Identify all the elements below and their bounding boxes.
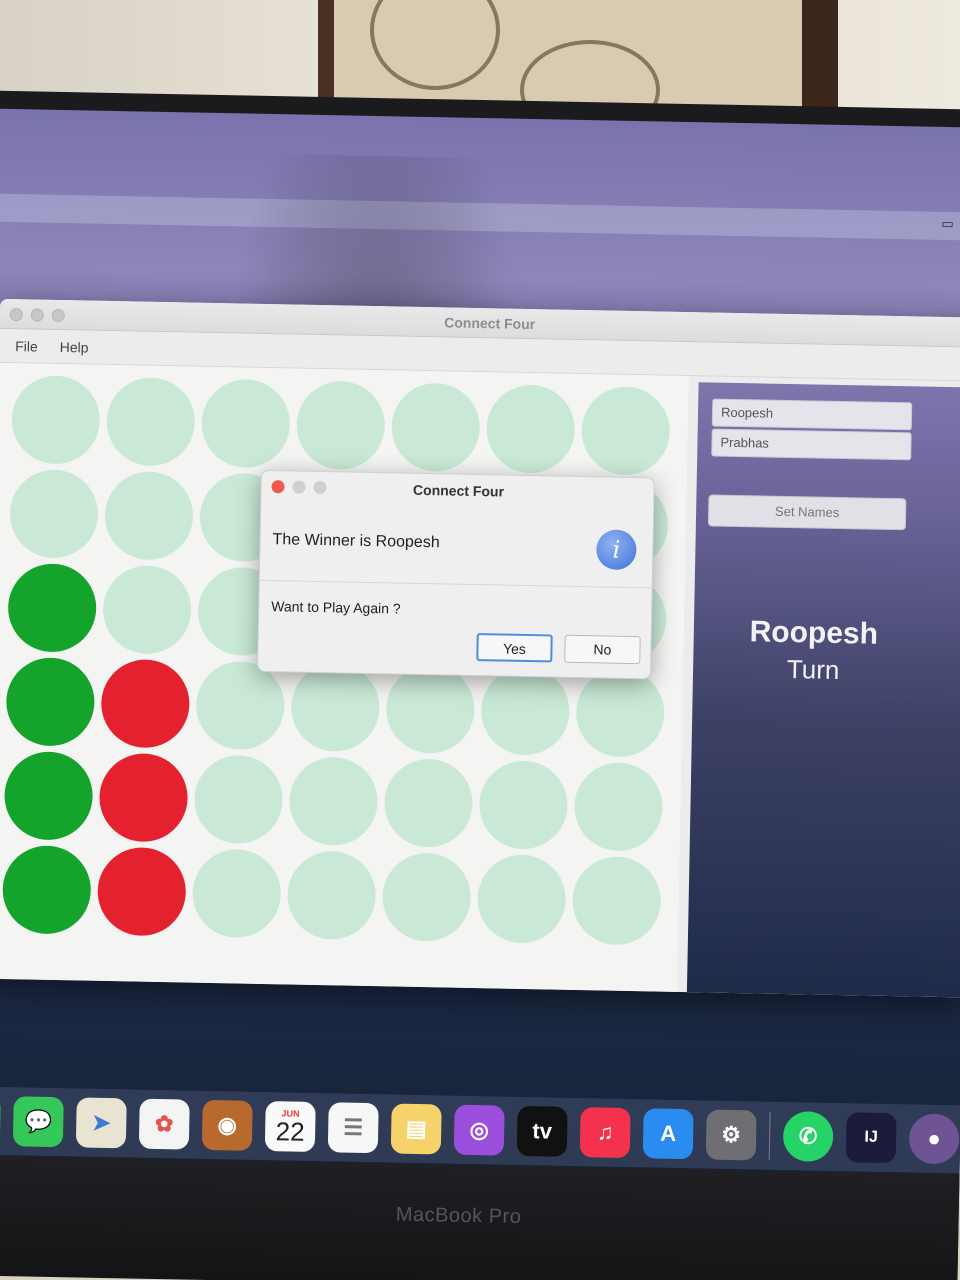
calendar-day: 22 — [275, 1116, 305, 1147]
board-cell-empty[interactable] — [381, 852, 472, 942]
screen: ▭ Connect Four File Help Roopesh Prabhas… — [0, 108, 960, 1178]
info-icon: i — [596, 529, 637, 571]
github-desktop-icon[interactable]: ● — [908, 1113, 960, 1165]
turn-label: Turn — [786, 653, 840, 686]
reminders-icon[interactable]: ☰ — [327, 1102, 379, 1154]
board-cell-empty[interactable] — [286, 850, 377, 941]
board-cell-empty[interactable] — [193, 754, 284, 845]
notes-icon[interactable]: ▤ — [390, 1103, 442, 1155]
board-cell-empty[interactable] — [485, 384, 576, 474]
calendar-icon[interactable]: JUN 22 — [264, 1101, 316, 1153]
contacts-icon[interactable]: ◉ — [201, 1099, 253, 1151]
apple-tv-label: tv — [532, 1118, 553, 1144]
winner-dialog: Connect Four The Winner is Roopesh i Wan… — [256, 469, 656, 680]
board-cell-empty[interactable] — [200, 378, 291, 469]
whatsapp-icon[interactable]: ✆ — [782, 1111, 834, 1162]
laptop-chin: MacBook Pro — [0, 1155, 960, 1280]
player2-name-input[interactable]: Prabhas — [711, 428, 912, 461]
intellij-icon[interactable]: IJ — [845, 1112, 897, 1164]
board-cell-empty[interactable] — [476, 854, 567, 944]
board-cell-empty[interactable] — [480, 666, 571, 756]
maps-icon[interactable]: ➤ — [75, 1097, 127, 1149]
board-cell-red[interactable] — [98, 752, 189, 843]
board-cell-empty[interactable] — [575, 667, 666, 758]
board-cell-green[interactable] — [5, 657, 96, 747]
board-cell-red[interactable] — [96, 846, 187, 937]
board-cell-empty[interactable] — [571, 855, 662, 946]
menu-file[interactable]: File — [15, 338, 38, 354]
menu-help[interactable]: Help — [60, 338, 89, 355]
board-cell-empty[interactable] — [10, 375, 101, 465]
dialog-title: Connect Four — [412, 481, 505, 500]
connect-four-window: Connect Four File Help Roopesh Prabhas S… — [0, 298, 960, 998]
board-cell-empty[interactable] — [288, 756, 379, 847]
board-cell-empty[interactable] — [383, 758, 474, 848]
board-cell-empty[interactable] — [9, 469, 99, 559]
board-cell-green[interactable] — [1, 844, 92, 935]
board-cell-empty[interactable] — [573, 761, 664, 852]
board-cell-empty[interactable] — [102, 564, 192, 655]
player1-name-input[interactable]: Roopesh — [711, 398, 913, 431]
music-icon[interactable]: ♫ — [579, 1107, 631, 1159]
battery-icon[interactable]: ▭ — [941, 216, 954, 232]
dock-separator — [768, 1111, 771, 1160]
board-cell-empty[interactable] — [104, 470, 194, 561]
board-cell-green[interactable] — [7, 563, 98, 653]
board-cell-red[interactable] — [100, 658, 191, 749]
board-cell-empty[interactable] — [478, 760, 569, 850]
system-preferences-icon[interactable]: ⚙ — [705, 1109, 757, 1161]
laptop: ▭ Connect Four File Help Roopesh Prabhas… — [0, 90, 960, 1280]
messages-icon[interactable]: 💬 — [12, 1096, 64, 1148]
current-turn-player: Roopesh — [749, 615, 879, 651]
intellij-label: IJ — [864, 1128, 878, 1146]
play-again-question: Want to Play Again ? — [271, 598, 401, 617]
set-names-button[interactable]: Set Names — [707, 494, 907, 531]
board-cell-empty[interactable] — [295, 380, 386, 471]
winner-message: The Winner is Roopesh — [272, 531, 440, 552]
macbook-label: MacBook Pro — [395, 1203, 522, 1228]
dialog-header: The Winner is Roopesh i — [259, 500, 656, 589]
board-cell-empty[interactable] — [385, 664, 476, 754]
board-cell-empty[interactable] — [191, 848, 282, 939]
board-cell-empty[interactable] — [580, 386, 671, 476]
side-panel: Roopesh Prabhas Set Names Roopesh Turn — [686, 382, 960, 998]
board-cell-empty[interactable] — [290, 662, 381, 753]
apple-tv-icon[interactable]: tv — [516, 1105, 568, 1157]
app-store-icon[interactable]: A — [642, 1108, 694, 1160]
facetime-icon[interactable]: ▶ — [0, 1095, 1, 1146]
no-button[interactable]: No — [564, 634, 641, 665]
board-cell-empty[interactable] — [195, 660, 286, 751]
photos-icon[interactable]: ✿ — [138, 1098, 190, 1150]
board-cell-green[interactable] — [3, 751, 94, 841]
board-cell-empty[interactable] — [105, 376, 196, 467]
podcasts-icon[interactable]: ◎ — [453, 1104, 505, 1156]
yes-button[interactable]: Yes — [476, 633, 553, 663]
board-cell-empty[interactable] — [390, 382, 481, 473]
